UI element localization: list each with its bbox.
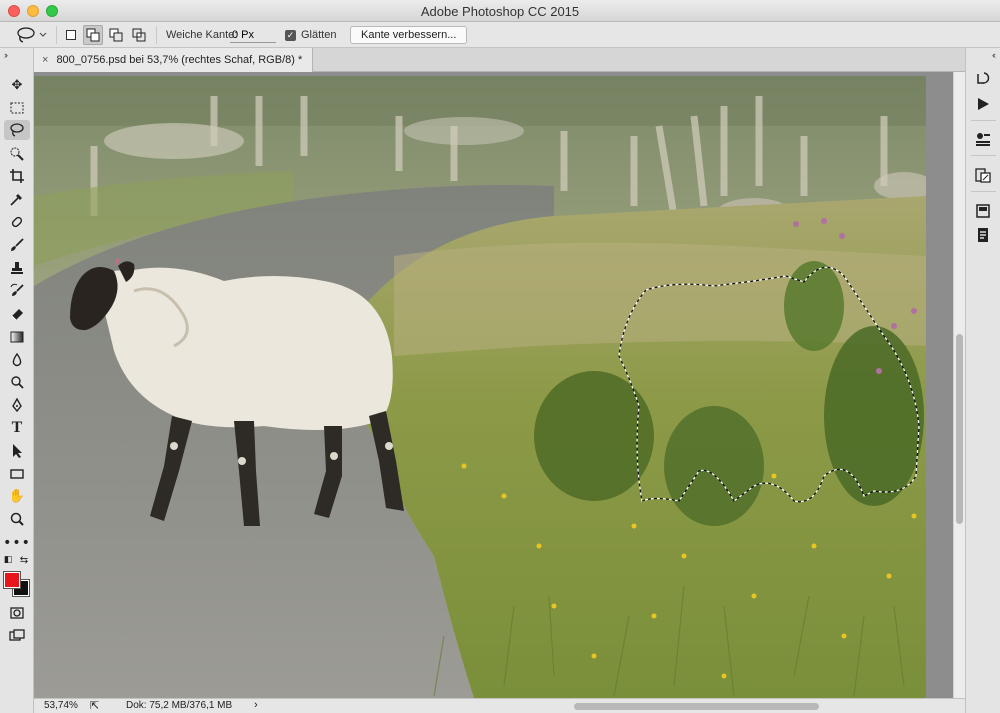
quick-selection-tool-icon[interactable] <box>4 144 30 164</box>
new-selection-icon <box>66 30 76 40</box>
brush-tool-icon[interactable] <box>4 235 30 255</box>
lasso-preset-icon <box>17 27 47 43</box>
document-tab-label: 800_0756.psd bei 53,7% (rechtes Schaf, R… <box>56 54 303 66</box>
feather-label: Weiche Kante: <box>166 29 238 41</box>
document-tab[interactable]: × 800_0756.psd bei 53,7% (rechtes Schaf,… <box>34 48 314 72</box>
antialias-checkbox[interactable]: ✓ Glätten <box>285 22 336 48</box>
intersect-selection-button[interactable] <box>129 25 149 45</box>
document-photo[interactable] <box>34 76 926 698</box>
history-panel-icon[interactable] <box>973 70 993 88</box>
properties-panel-icon[interactable] <box>973 130 993 148</box>
gradient-tool-icon[interactable] <box>4 327 30 347</box>
layers-panel-icon[interactable] <box>973 202 993 220</box>
expand-panels-icon[interactable]: ‹‹ <box>992 50 996 60</box>
crop-tool-icon[interactable] <box>4 166 30 186</box>
feather-input[interactable] <box>230 27 276 43</box>
subtract-from-selection-button[interactable] <box>106 25 126 45</box>
status-bar: 53,74% ⇱ Dok: 75,2 MB/376,1 MB › <box>34 698 965 713</box>
marquee-tool-icon[interactable] <box>4 98 30 118</box>
hand-tool-icon[interactable]: ✋ <box>4 486 30 506</box>
panel-dock: ‹‹ <box>965 48 1000 713</box>
app-title: Adobe Photoshop CC 2015 <box>420 4 580 19</box>
refine-edge-button[interactable]: Kante verbessern... <box>350 26 468 44</box>
zoom-level[interactable]: 53,74% <box>44 700 78 711</box>
default-colors-icon[interactable]: ◧ <box>1 554 15 566</box>
blur-tool-icon[interactable] <box>4 350 30 370</box>
eraser-tool-icon[interactable] <box>4 304 30 324</box>
adjustments-panel-icon[interactable] <box>973 166 993 184</box>
more-tools-icon[interactable]: ••• <box>3 533 30 553</box>
export-icon[interactable]: ⇱ <box>90 699 99 712</box>
actions-panel-icon[interactable] <box>973 95 993 113</box>
type-tool-icon[interactable]: T <box>4 418 30 438</box>
tools-panel: ›› ✥ T ✋ ••• ◧ ⇆ <box>0 48 34 713</box>
eyedropper-tool-icon[interactable] <box>4 189 30 209</box>
checkbox-check-icon: ✓ <box>285 29 296 41</box>
history-brush-tool-icon[interactable] <box>4 281 30 301</box>
close-tab-icon[interactable]: × <box>42 54 48 66</box>
intersect-selection-icon <box>132 28 146 42</box>
title-bar: Adobe Photoshop CC 2015 <box>0 0 1000 22</box>
add-selection-icon <box>86 28 100 42</box>
screen-mode-icon[interactable] <box>4 626 30 646</box>
status-menu-arrow[interactable]: › <box>254 699 258 711</box>
rectangle-tool-icon[interactable] <box>4 464 30 484</box>
vertical-scroll-thumb[interactable] <box>956 334 963 524</box>
clone-stamp-tool-icon[interactable] <box>4 258 30 278</box>
swap-colors-icon[interactable]: ⇆ <box>17 554 31 566</box>
canvas-area[interactable] <box>34 72 965 698</box>
notes-panel-icon[interactable] <box>973 226 993 244</box>
dodge-tool-icon[interactable] <box>4 372 30 392</box>
quick-mask-icon[interactable] <box>4 603 30 623</box>
new-selection-button[interactable] <box>61 25 81 45</box>
lasso-tool-icon[interactable] <box>4 120 30 140</box>
vertical-scrollbar[interactable] <box>953 72 965 698</box>
collapse-panel-icon[interactable]: ›› <box>4 50 8 60</box>
move-tool-icon[interactable]: ✥ <box>4 75 30 95</box>
pen-tool-icon[interactable] <box>4 395 30 415</box>
document-tab-bar: × 800_0756.psd bei 53,7% (rechtes Schaf,… <box>34 48 965 72</box>
add-to-selection-button[interactable] <box>83 25 103 45</box>
subtract-selection-icon <box>109 28 123 42</box>
document-size-info: Dok: 75,2 MB/376,1 MB <box>126 700 233 711</box>
path-selection-tool-icon[interactable] <box>4 441 30 461</box>
horizontal-scroll-thumb[interactable] <box>574 703 819 710</box>
tool-preset-picker[interactable] <box>14 22 48 48</box>
healing-brush-tool-icon[interactable] <box>4 212 30 232</box>
zoom-tool-icon[interactable] <box>4 509 30 529</box>
photo-sheep-on-road <box>34 76 926 698</box>
options-bar: Weiche Kante: ✓ Glätten Kante verbessern… <box>0 22 1000 48</box>
foreground-color-swatch[interactable] <box>3 571 21 589</box>
antialias-label: Glätten <box>301 29 337 41</box>
